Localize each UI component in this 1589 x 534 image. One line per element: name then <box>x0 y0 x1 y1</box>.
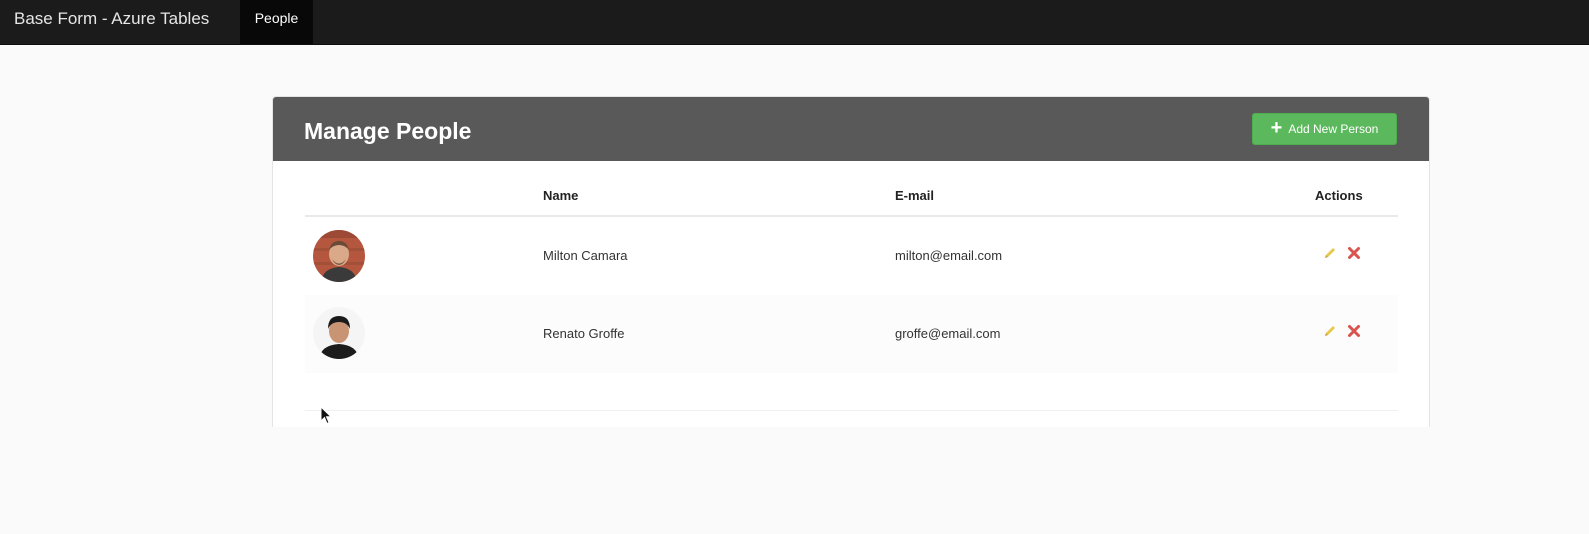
delete-icon[interactable] <box>1346 245 1362 261</box>
add-new-person-label: Add New Person <box>1288 122 1379 136</box>
table-row: Milton Camara milton@email.com <box>305 217 1398 295</box>
page-title: Manage People <box>304 118 472 144</box>
pencil-icon[interactable] <box>1322 245 1338 261</box>
avatar <box>313 230 365 282</box>
mouse-cursor-icon <box>320 405 333 425</box>
pencil-icon[interactable] <box>1322 323 1338 339</box>
person-name: Milton Camara <box>543 248 628 263</box>
person-email: groffe@email.com <box>895 326 1001 341</box>
column-header-email: E-mail <box>895 188 935 203</box>
add-new-person-button[interactable]: + Add New Person <box>1252 113 1397 145</box>
column-header-name: Name <box>543 188 579 203</box>
table-row: Renato Groffe groffe@email.com <box>305 295 1398 373</box>
person-name: Renato Groffe <box>543 326 625 341</box>
plus-icon: + <box>1270 117 1283 139</box>
person-email: milton@email.com <box>895 248 1003 263</box>
panel-heading: Manage People + Add New Person <box>273 97 1429 161</box>
column-header-actions: Actions <box>1315 188 1363 203</box>
navbar-brand[interactable]: Base Form - Azure Tables <box>14 0 209 44</box>
table-bottom-divider <box>305 410 1398 411</box>
top-navbar: Base Form - Azure Tables People <box>0 0 1589 45</box>
nav-item-people[interactable]: People <box>240 0 313 44</box>
avatar <box>313 307 365 359</box>
delete-icon[interactable] <box>1346 323 1362 339</box>
